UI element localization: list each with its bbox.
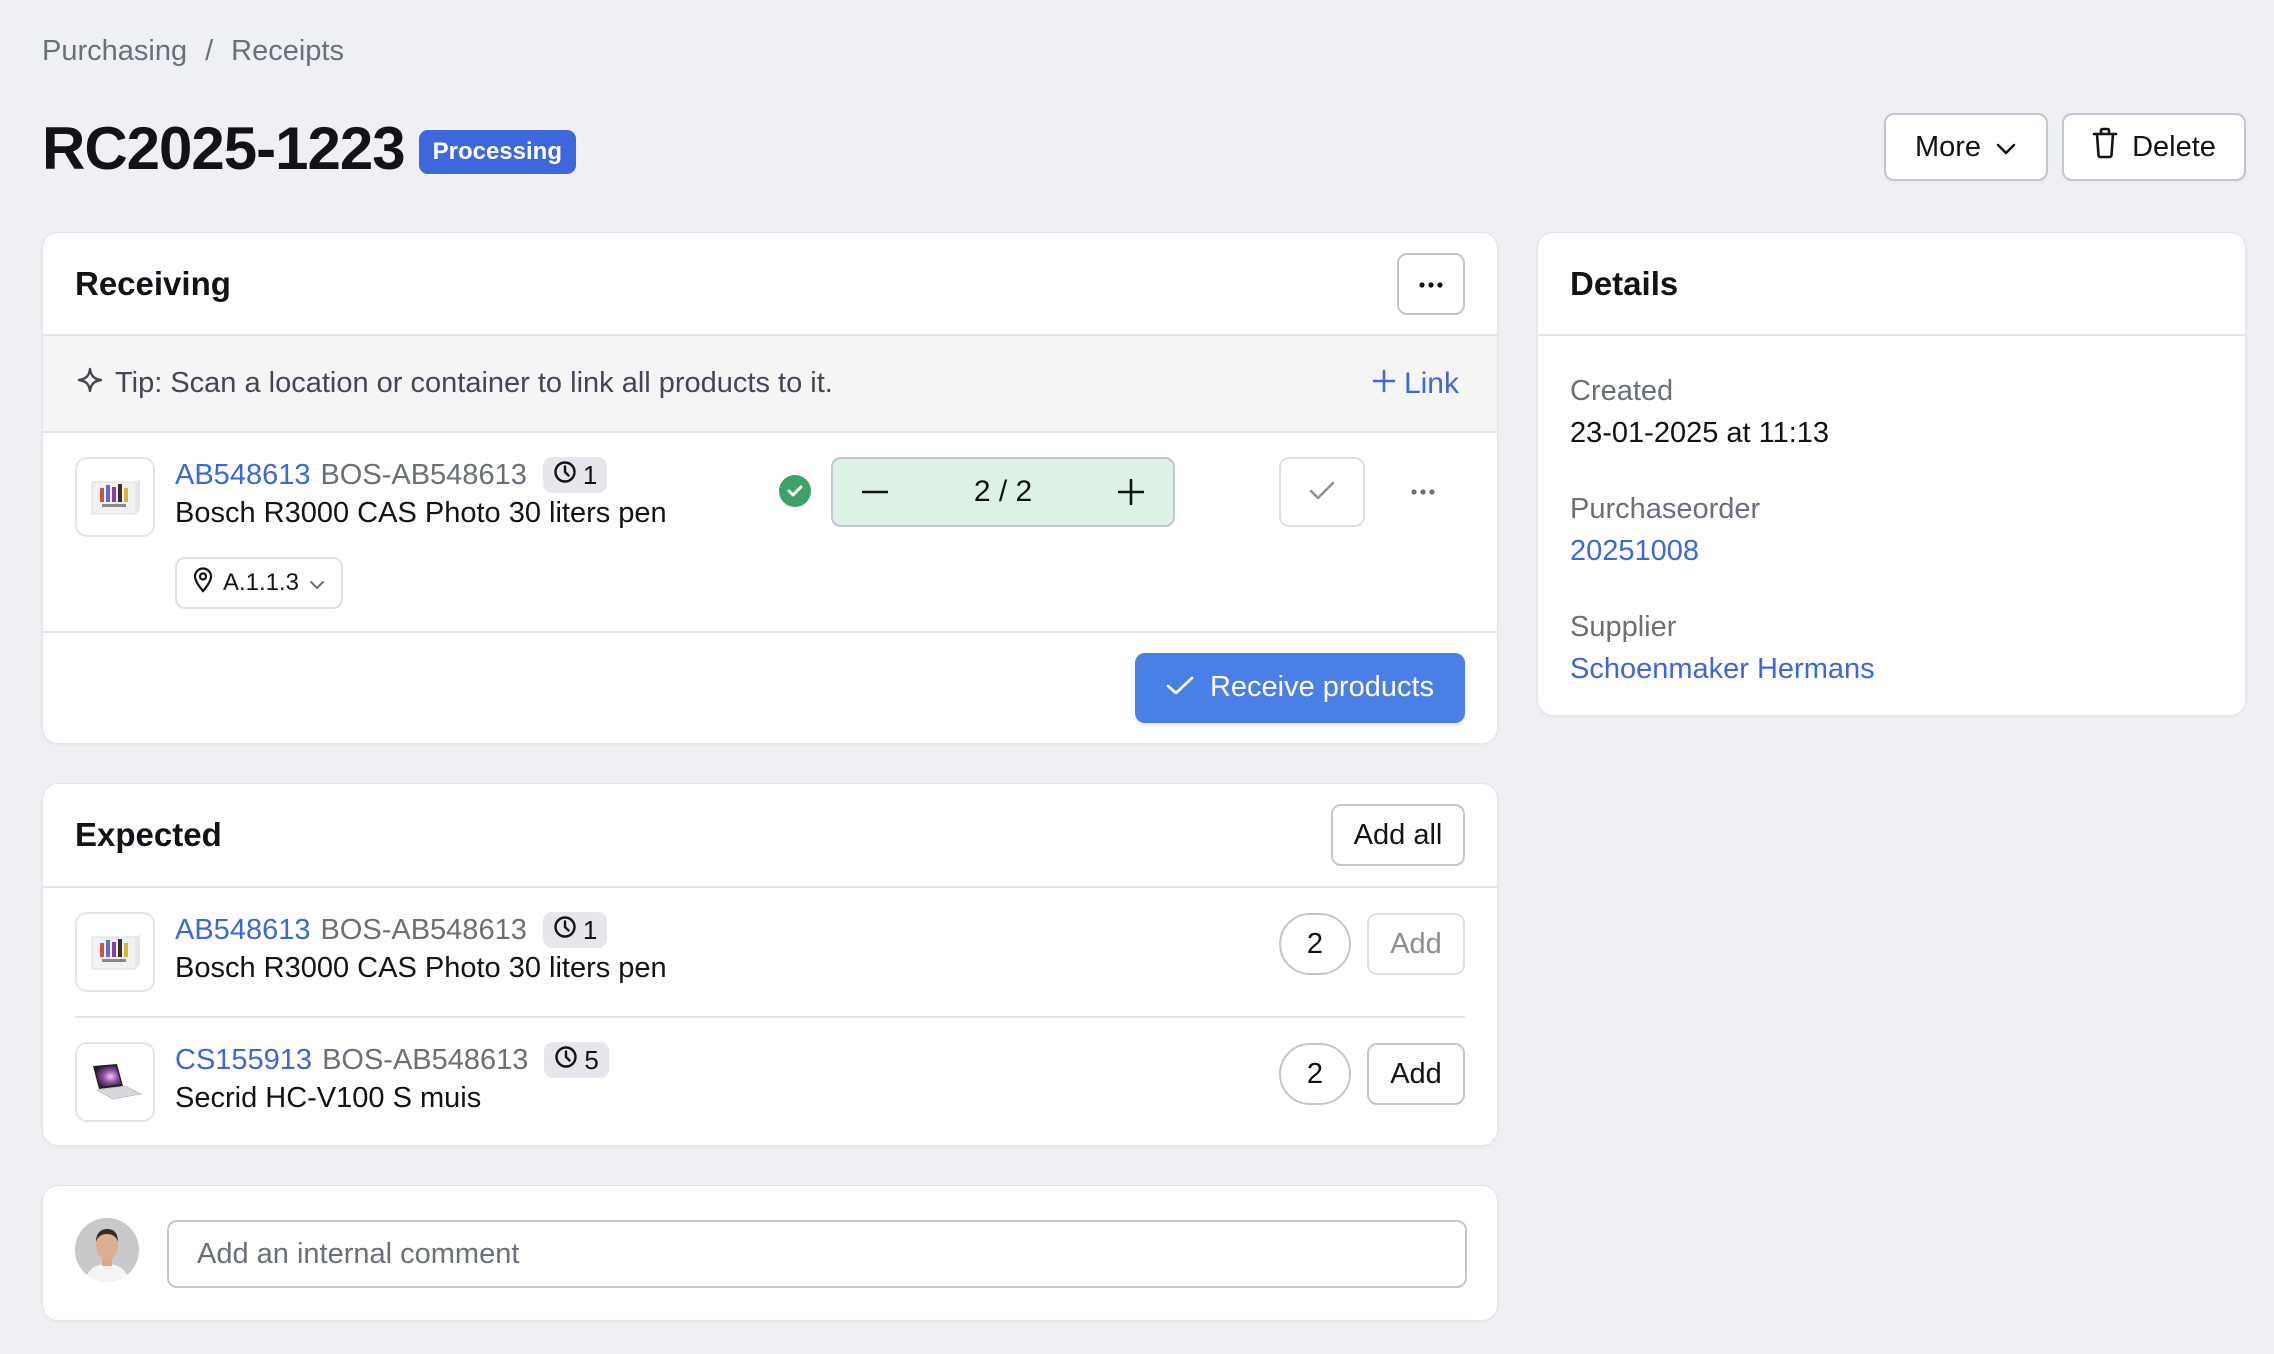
receiving-card: Receiving Tip: Scan a location or contai… bbox=[42, 232, 1498, 744]
comment-card bbox=[42, 1185, 1498, 1321]
link-button[interactable]: Link bbox=[1372, 367, 1459, 401]
map-pin-icon bbox=[193, 566, 213, 600]
detail-supplier: Supplier Schoenmaker Hermans bbox=[1570, 606, 2213, 690]
detail-label: Supplier bbox=[1570, 611, 1677, 643]
detail-created: Created 23-01-2025 at 11:13 bbox=[1570, 370, 2213, 454]
add-button[interactable]: Add bbox=[1367, 1043, 1465, 1105]
detail-label: Purchaseorder bbox=[1570, 493, 1761, 525]
product-thumbnail bbox=[75, 1042, 155, 1122]
expected-item: AB548613 BOS-AB548613 1 Bosch R3000 CAS … bbox=[75, 888, 1465, 1018]
add-button[interactable]: Add bbox=[1367, 913, 1465, 975]
receive-products-button[interactable]: Receive products bbox=[1135, 652, 1465, 723]
purchaseorder-link[interactable]: 20251008 bbox=[1570, 530, 2213, 572]
count-value: 5 bbox=[584, 1044, 599, 1075]
breadcrumb-separator: / bbox=[205, 34, 214, 67]
ellipsis-icon bbox=[1411, 482, 1435, 500]
product-thumbnail bbox=[75, 457, 155, 537]
supplier-code: BOS-AB548613 bbox=[320, 458, 527, 491]
detail-purchaseorder: Purchaseorder 20251008 bbox=[1570, 488, 2213, 572]
supplier-code: BOS-AB548613 bbox=[322, 1043, 529, 1076]
count-chip: 1 bbox=[542, 912, 608, 948]
product-image-box bbox=[91, 479, 140, 515]
product-image-box bbox=[91, 934, 140, 970]
supplier-link[interactable]: Schoenmaker Hermans bbox=[1570, 648, 2213, 690]
expected-quantity: 2 bbox=[1279, 913, 1351, 975]
receiving-item: AB548613 BOS-AB548613 1 Bosch R3000 CAS … bbox=[43, 433, 1497, 633]
details-title: Details bbox=[1570, 264, 1679, 302]
avatar bbox=[75, 1218, 139, 1282]
minus-icon bbox=[862, 490, 888, 494]
page-title: RC2025-1223 bbox=[42, 114, 406, 182]
sku-link[interactable]: AB548613 bbox=[175, 914, 310, 947]
sku-link[interactable]: CS155913 bbox=[175, 1044, 312, 1077]
clock-icon bbox=[553, 915, 577, 946]
confirm-item-button[interactable] bbox=[1279, 457, 1365, 527]
chevron-down-icon bbox=[309, 569, 325, 597]
page-header: RC2025-1223 Processing bbox=[42, 112, 576, 184]
receiving-menu-button[interactable] bbox=[1397, 252, 1465, 315]
supplier-code: BOS-AB548613 bbox=[320, 913, 527, 946]
add-all-button[interactable]: Add all bbox=[1331, 804, 1465, 866]
receiving-title: Receiving bbox=[75, 264, 231, 302]
clock-icon bbox=[553, 460, 577, 491]
item-menu-button[interactable] bbox=[1403, 473, 1443, 509]
count-chip: 5 bbox=[544, 1042, 609, 1078]
count-value: 1 bbox=[582, 914, 598, 945]
location-value: A.1.1.3 bbox=[222, 569, 300, 596]
check-icon bbox=[1309, 481, 1335, 504]
delete-button[interactable]: Delete bbox=[2062, 113, 2246, 181]
ellipsis-icon bbox=[1419, 276, 1443, 291]
count-value: 1 bbox=[582, 459, 598, 490]
details-header: Details bbox=[1538, 233, 2245, 336]
receiving-header: Receiving bbox=[43, 233, 1497, 336]
location-select[interactable]: A.1.1.3 bbox=[175, 557, 343, 609]
clock-icon bbox=[554, 1045, 578, 1076]
sparkle-icon bbox=[77, 367, 103, 401]
tip-row: Tip: Scan a location or container to lin… bbox=[43, 336, 1497, 433]
expected-quantity: 2 bbox=[1279, 1043, 1351, 1105]
product-image-laptop bbox=[93, 1064, 142, 1100]
increment-button[interactable] bbox=[1113, 474, 1149, 510]
detail-label: Created bbox=[1570, 375, 1674, 407]
check-icon bbox=[1166, 671, 1194, 704]
chevron-down-icon bbox=[1995, 131, 2017, 164]
quantity-stepper: 2 / 2 bbox=[831, 457, 1175, 527]
details-body: Created 23-01-2025 at 11:13 Purchaseorde… bbox=[1538, 336, 2245, 690]
plus-icon bbox=[1372, 367, 1396, 401]
expected-header: Expected Add all bbox=[43, 784, 1497, 888]
receiving-footer: Receive products bbox=[43, 633, 1497, 742]
status-badge: Processing bbox=[418, 130, 576, 174]
more-button-label: More bbox=[1914, 130, 1982, 163]
created-value: 23-01-2025 at 11:13 bbox=[1570, 417, 1830, 449]
more-button[interactable]: More bbox=[1884, 113, 2048, 181]
product-thumbnail bbox=[75, 912, 155, 992]
expected-title: Expected bbox=[75, 816, 222, 853]
tip-text: Tip: Scan a location or container to lin… bbox=[115, 367, 833, 399]
breadcrumb-item-purchasing[interactable]: Purchasing bbox=[42, 35, 187, 68]
product-name: Bosch R3000 CAS Photo 30 liters pen bbox=[175, 497, 667, 529]
count-chip: 1 bbox=[542, 457, 608, 493]
product-name: Bosch R3000 CAS Photo 30 liters pen bbox=[175, 952, 667, 984]
sku-link[interactable]: AB548613 bbox=[175, 459, 310, 492]
breadcrumb: Purchasing / Receipts bbox=[42, 30, 344, 72]
item-sku-line: CS155913 BOS-AB548613 5 bbox=[175, 1042, 609, 1078]
item-sku-line: AB548613 BOS-AB548613 1 bbox=[175, 457, 608, 493]
receive-products-label: Receive products bbox=[1209, 671, 1435, 703]
details-card: Details Created 23-01-2025 at 11:13 Purc… bbox=[1537, 232, 2246, 716]
plus-icon bbox=[1118, 479, 1144, 505]
breadcrumb-item-receipts[interactable]: Receipts bbox=[231, 35, 344, 68]
decrement-button[interactable] bbox=[857, 474, 893, 510]
item-sku-line: AB548613 BOS-AB548613 1 bbox=[175, 912, 608, 948]
expected-item: CS155913 BOS-AB548613 5 Secrid HC-V100 S… bbox=[75, 1018, 1465, 1145]
tip: Tip: Scan a location or container to lin… bbox=[77, 367, 833, 401]
trash-icon bbox=[2092, 127, 2118, 167]
delete-button-label: Delete bbox=[2132, 130, 2216, 163]
quantity-value[interactable]: 2 / 2 bbox=[974, 475, 1032, 509]
check-circle-icon bbox=[779, 475, 811, 507]
product-name: Secrid HC-V100 S muis bbox=[175, 1082, 482, 1114]
link-button-label: Link bbox=[1403, 366, 1459, 400]
expected-card: Expected Add all AB548613 BOS-AB548613 1… bbox=[42, 783, 1498, 1146]
comment-input[interactable] bbox=[167, 1220, 1467, 1288]
